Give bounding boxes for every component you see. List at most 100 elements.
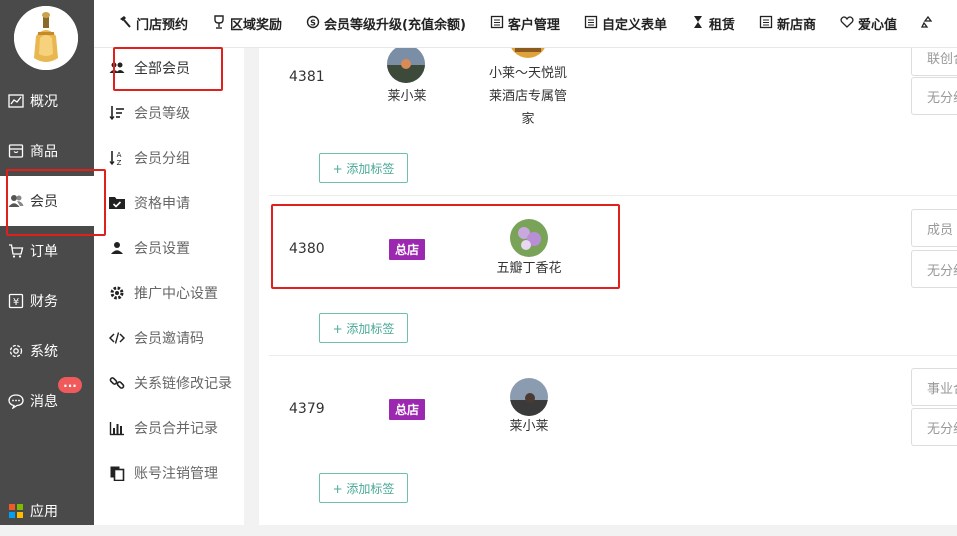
apps-icon	[8, 503, 24, 519]
group-select[interactable]: 无分组	[911, 408, 957, 446]
nav-system-label: 系统	[30, 344, 58, 360]
svg-text:A: A	[117, 151, 122, 159]
top-nav-level-upgrade-label: 会员等级升级(充值余额)	[324, 18, 466, 33]
add-tag-button[interactable]: + 添加标签	[319, 313, 408, 343]
nav-messages-label: 消息	[30, 394, 58, 410]
sort-icon	[108, 104, 126, 122]
top-nav-store-booking-label: 门店预约	[136, 18, 189, 33]
top-nav-level-upgrade[interactable]: S 会员等级升级(充值余额)	[306, 14, 466, 33]
sub-nav-member-group-label: 会员分组	[134, 151, 190, 167]
svg-text:¥: ¥	[13, 297, 19, 308]
top-nav-store-booking[interactable]: 门店预约	[118, 14, 188, 33]
group-select[interactable]: 无分组	[911, 250, 957, 288]
referrer-avatar[interactable]	[509, 48, 547, 58]
nav-overview-label: 概况	[30, 94, 58, 110]
level-select[interactable]: 事业合	[911, 368, 957, 406]
member-nickname: 五瓣丁香花	[496, 261, 562, 276]
hourglass-icon	[691, 15, 705, 33]
member-avatar[interactable]	[510, 378, 548, 416]
referrer-name-line-3: 家	[521, 112, 535, 127]
sub-nav-promotion-settings-label: 推广中心设置	[134, 286, 218, 302]
member-list: 4381 莱小莱 小莱～天悦凯 莱酒店专属管 家 + 添加标签 联创合 无分组 …	[259, 48, 957, 525]
nav-orders-label: 订单	[30, 244, 58, 260]
referrer-name-line-1: 小莱～天悦凯	[488, 66, 567, 81]
sub-nav-invite-code-label: 会员邀请码	[134, 331, 204, 347]
referrer-name-line-2: 莱酒店专属管	[488, 89, 567, 104]
svg-text:Z: Z	[117, 159, 122, 166]
level-select[interactable]: 成员	[911, 209, 957, 247]
recycle-icon	[920, 15, 935, 33]
member-avatar[interactable]	[387, 48, 425, 83]
sub-nav-merge-log[interactable]: 会员合并记录	[94, 408, 244, 448]
table-row[interactable]: 4381 莱小莱 小莱～天悦凯 莱酒店专属管 家 + 添加标签 联创合 无分组	[269, 48, 957, 196]
member-id: 4381	[289, 69, 325, 85]
member-avatar[interactable]	[510, 219, 548, 257]
sub-nav-qualification[interactable]: 资格申请	[94, 183, 244, 223]
member-nickname: 莱小莱	[509, 419, 549, 434]
member-id: 4380	[289, 241, 325, 257]
app-logo[interactable]	[14, 6, 78, 70]
users-icon	[8, 193, 24, 209]
add-tag-button[interactable]: + 添加标签	[319, 153, 408, 183]
nav-overview[interactable]: 概况	[0, 76, 94, 126]
top-nav-region-reward[interactable]: 区域奖励	[212, 14, 282, 33]
yen-icon: ¥	[8, 293, 24, 309]
store-badge: 总店	[389, 239, 426, 260]
top-nav-custom-form-label: 自定义表单	[601, 18, 667, 33]
sub-nav-account-cancel[interactable]: 账号注销管理	[94, 453, 244, 493]
sub-nav-account-cancel-label: 账号注销管理	[134, 466, 218, 482]
top-nav-lease-label: 租赁	[708, 18, 735, 33]
sub-nav-member-group[interactable]: AZ 会员分组	[94, 138, 244, 178]
sub-nav-relation-log-label: 关系链修改记录	[134, 376, 232, 392]
bar-chart-icon	[108, 419, 126, 437]
store-badge: 总店	[389, 399, 426, 420]
user-icon	[108, 239, 126, 257]
top-nav-love-value[interactable]: 爱心值	[840, 14, 897, 33]
member-nickname: 莱小莱	[387, 89, 427, 104]
nav-orders[interactable]: 订单	[0, 226, 94, 276]
sub-nav-promotion-settings[interactable]: 推广中心设置	[94, 273, 244, 313]
trophy-icon	[212, 14, 226, 33]
sub-nav-member-level[interactable]: 会员等级	[94, 93, 244, 133]
sub-nav-relation-log[interactable]: 关系链修改记录	[94, 363, 244, 403]
top-nav-new-store[interactable]: 新店商	[759, 14, 816, 33]
copy-icon	[108, 464, 126, 482]
level-select[interactable]: 联创合	[911, 48, 957, 76]
sub-nav-merge-log-label: 会员合并记录	[134, 421, 218, 437]
nav-apps-label: 应用	[30, 504, 58, 520]
sub-nav-member-level-label: 会员等级	[134, 106, 190, 122]
nav-system[interactable]: 系统	[0, 326, 94, 376]
sub-nav-invite-code[interactable]: 会员邀请码	[94, 318, 244, 358]
gear-icon	[108, 284, 126, 302]
nav-apps[interactable]: 应用	[0, 486, 94, 536]
form-icon	[584, 15, 598, 33]
group-select[interactable]: 无分组	[911, 77, 957, 115]
table-row[interactable]: 4379 总店 莱小莱 + 添加标签 事业合 无分组	[269, 356, 957, 525]
nav-members[interactable]: 会员	[0, 176, 94, 226]
chart-icon	[8, 93, 24, 109]
message-badge: ...	[58, 377, 82, 393]
top-navigation: 门店预约 区域奖励 S 会员等级升级(充值余额) 客户管理 自定义表单 租赁 新…	[94, 0, 957, 48]
top-nav-customer-management[interactable]: 客户管理	[490, 14, 560, 33]
sub-nav-all-members[interactable]: 全部会员	[94, 48, 244, 88]
top-nav-lease[interactable]: 租赁	[691, 14, 735, 33]
table-row[interactable]: 4380 总店 五瓣丁香花 + 添加标签 成员 无分组	[269, 196, 957, 356]
nav-finance[interactable]: ¥ 财务	[0, 276, 94, 326]
nav-goods[interactable]: 商品	[0, 126, 94, 176]
member-id: 4379	[289, 401, 325, 417]
sub-nav-member-settings[interactable]: 会员设置	[94, 228, 244, 268]
top-nav-region-reward-label: 区域奖励	[230, 18, 283, 33]
code-icon	[108, 329, 126, 347]
sort-alpha-icon: AZ	[108, 149, 126, 167]
users-icon	[108, 59, 126, 77]
sub-nav-qualification-label: 资格申请	[134, 196, 190, 212]
nav-members-label: 会员	[30, 194, 58, 210]
skype-icon: S	[306, 15, 320, 33]
main-sidebar: 概况 商品 会员 订单 ¥ 财务 系统 消息 ... 应用	[0, 0, 94, 525]
heart-icon	[840, 15, 854, 33]
top-nav-new-store-label: 新店商	[776, 18, 816, 33]
add-tag-button[interactable]: + 添加标签	[319, 473, 408, 503]
referrer-name: 小莱～天悦凯 莱酒店专属管 家	[485, 62, 571, 131]
top-nav-more[interactable]	[920, 15, 935, 33]
top-nav-custom-form[interactable]: 自定义表单	[584, 14, 667, 33]
